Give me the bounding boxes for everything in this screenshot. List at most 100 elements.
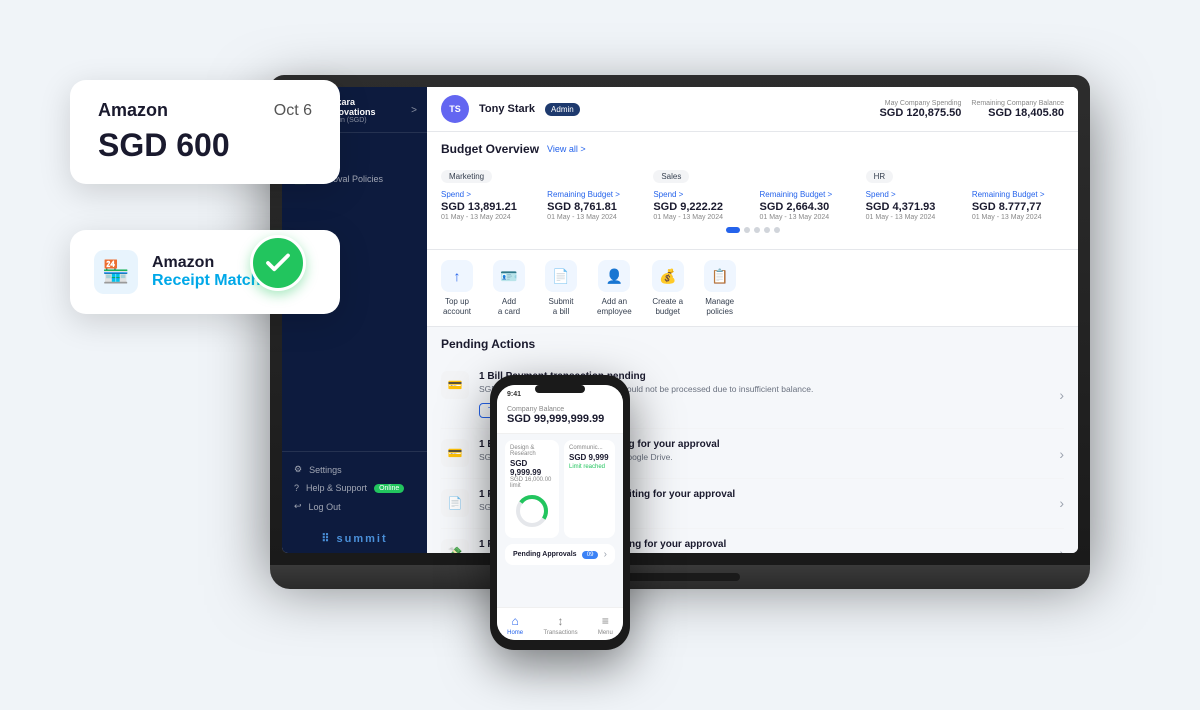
reimbursement-icon: 📄 (441, 489, 469, 517)
action-submit-bill[interactable]: 📄 Submita bill (545, 260, 577, 316)
company-spending-label: May Company Spending (879, 100, 961, 107)
dot-3 (754, 227, 760, 233)
phone-card-2[interactable]: Communic... SGD 9,999 Limit reached (564, 440, 615, 538)
summit-logo: ⠿ summit (282, 524, 427, 553)
phone-cards-row: Design & Research SGD 9,999.99 SGD 16,00… (497, 434, 623, 544)
sidebar-settings[interactable]: ⚙ Settings (294, 460, 415, 479)
admin-badge: Admin (545, 103, 580, 116)
marketing-spend-amount: SGD 13,891.21 (441, 201, 533, 213)
create-budget-icon: 💰 (652, 260, 684, 292)
phone-nav-home-label: Home (507, 630, 523, 636)
phone-card-1-amount: SGD 9,999.99 (510, 459, 554, 477)
phone-wrapper: 9:41 Company Balance SGD 99,999,999.99 D… (490, 375, 630, 650)
budget-card-hr: HR Spend > SGD 4,371.93 01 May - 13 May … (866, 166, 1064, 221)
add-employee-label: Add anemployee (597, 297, 632, 316)
dot-2 (744, 227, 750, 233)
phone-nav-home[interactable]: ⌂ Home (507, 614, 523, 636)
quick-actions: ↑ Top upaccount 🪪 Adda card 📄 Submita bi (427, 250, 1078, 327)
add-card-icon: 🪪 (493, 260, 525, 292)
action-create-budget[interactable]: 💰 Create abudget (652, 260, 684, 316)
sales-remaining-date: 01 May - 13 May 2024 (760, 214, 852, 221)
phone-card-1-title: Design & Research (510, 445, 554, 457)
quick-actions-row: ↑ Top upaccount 🪪 Adda card 📄 Submita bi (441, 260, 1064, 316)
action-top-up[interactable]: ↑ Top upaccount (441, 260, 473, 316)
phone-card-2-title: Communic... (569, 445, 610, 451)
laptop-wrapper: NI Nexara Innovations Admin (SGD) > 👥 Us… (210, 30, 1150, 680)
phone-balance-amount: SGD 99,999,999.99 (507, 413, 613, 425)
action-add-card[interactable]: 🪪 Adda card (493, 260, 525, 316)
store-icon: 🏪 (94, 250, 138, 294)
user-name: Tony Stark (479, 103, 535, 115)
fund-transfer-icon: 💸 (441, 539, 469, 553)
settings-label: Settings (309, 465, 342, 475)
top-up-label: Top upaccount (443, 297, 471, 316)
settings-icon: ⚙ (294, 464, 302, 475)
remaining-balance-stat: Remaining Company Balance SGD 18,405.80 (971, 100, 1064, 119)
sales-remaining-label[interactable]: Remaining Budget > (760, 190, 852, 199)
dot-4 (764, 227, 770, 233)
online-badge: Online (374, 484, 404, 493)
budget-cards: Marketing Spend > SGD 13,891.21 01 May -… (441, 166, 1064, 221)
manage-policies-icon: 📋 (704, 260, 736, 292)
user-avatar: TS (441, 95, 469, 123)
menu-icon: ≡ (602, 614, 609, 628)
phone-balance-label: Company Balance (507, 406, 613, 413)
pending-chevron-4: › (1059, 545, 1064, 553)
marketing-remaining-date: 01 May - 13 May 2024 (547, 214, 639, 221)
transactions-icon: ↕ (558, 614, 564, 628)
sidebar-footer: ⚙ Settings ? Help & Support Online ↩ Log… (282, 451, 427, 524)
receipt-merchant-row: Amazon Oct 6 (98, 100, 312, 121)
hr-spend-amount: SGD 4,371.93 (866, 201, 958, 213)
phone-pending-label: Pending Approvals (513, 551, 577, 558)
phone-notch (535, 385, 585, 393)
action-add-employee[interactable]: 👤 Add anemployee (597, 260, 632, 316)
budget-section: Budget Overview View all > Marketing Sp (427, 132, 1078, 250)
phone-chart-area (510, 489, 554, 533)
dot-5 (774, 227, 780, 233)
home-icon: ⌂ (512, 614, 519, 628)
budget-title-row: Budget Overview View all > (441, 142, 1064, 156)
phone-card-1[interactable]: Design & Research SGD 9,999.99 SGD 16,00… (505, 440, 559, 538)
sales-tag: Sales (653, 170, 689, 183)
pending-title: Pending Actions (441, 337, 1064, 351)
topbar: TS Tony Stark Admin May Company Spending… (427, 87, 1078, 132)
logout-icon: ↩ (294, 501, 302, 512)
phone-pending-approvals[interactable]: Pending Approvals 09 › (505, 544, 615, 565)
phone-balance-section: Company Balance SGD 99,999,999.99 (497, 402, 623, 434)
top-up-icon: ↑ (441, 260, 473, 292)
phone-card-2-limit: Limit reached (569, 464, 610, 470)
remaining-balance-label: Remaining Company Balance (971, 100, 1064, 107)
sales-spend-amount: SGD 9,222.22 (653, 201, 745, 213)
sidebar-help-support[interactable]: ? Help & Support Online (294, 479, 415, 497)
marketing-spend-label[interactable]: Spend > (441, 190, 533, 199)
phone-screen: 9:41 Company Balance SGD 99,999,999.99 D… (497, 385, 623, 640)
sidebar-logout[interactable]: ↩ Log Out (294, 497, 415, 516)
donut-chart (514, 493, 550, 529)
marketing-tag: Marketing (441, 170, 492, 183)
hr-spend-label[interactable]: Spend > (866, 190, 958, 199)
laptop: NI Nexara Innovations Admin (SGD) > 👥 Us… (270, 75, 1090, 635)
marketing-spend-date: 01 May - 13 May 2024 (441, 214, 533, 221)
hr-remaining-label[interactable]: Remaining Budget > (972, 190, 1064, 199)
submit-bill-label: Submita bill (549, 297, 574, 316)
bill-payment-icon-1: 💳 (441, 371, 469, 399)
phone-nav-menu[interactable]: ≡ Menu (598, 614, 613, 636)
budget-card-marketing: Marketing Spend > SGD 13,891.21 01 May -… (441, 166, 639, 221)
phone-nav-transactions-label: Transactions (543, 630, 577, 636)
sales-remaining-amount: SGD 2,664.30 (760, 201, 852, 213)
help-label: Help & Support (306, 483, 367, 493)
receipt-amount: SGD 600 (98, 127, 312, 164)
sales-spend-label[interactable]: Spend > (653, 190, 745, 199)
add-employee-icon: 👤 (598, 260, 630, 292)
marketing-remaining-label[interactable]: Remaining Budget > (547, 190, 639, 199)
dot-1 (726, 227, 740, 233)
sales-spend-date: 01 May - 13 May 2024 (653, 214, 745, 221)
view-all-link[interactable]: View all > (547, 144, 586, 154)
receipt-merchant-name: Amazon (98, 100, 168, 121)
pending-chevron-1: › (1059, 387, 1064, 403)
pending-chevron-2: › (1059, 446, 1064, 462)
laptop-screen: NI Nexara Innovations Admin (SGD) > 👥 Us… (282, 87, 1078, 553)
phone-nav-transactions[interactable]: ↕ Transactions (543, 614, 577, 636)
bill-payment-icon-2: 💳 (441, 439, 469, 467)
action-manage-policies[interactable]: 📋 Managepolicies (704, 260, 736, 316)
